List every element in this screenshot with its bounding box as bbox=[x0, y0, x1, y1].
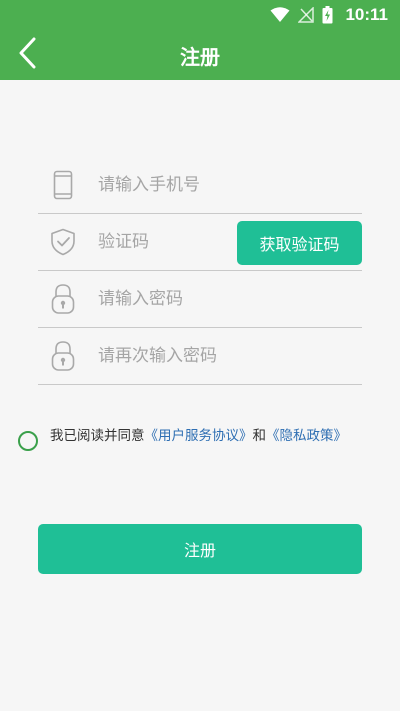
get-code-button[interactable]: 获取验证码 bbox=[237, 221, 362, 265]
back-button[interactable] bbox=[8, 35, 48, 75]
signal-off-icon bbox=[298, 7, 315, 23]
register-button[interactable]: 注册 bbox=[38, 524, 362, 574]
app-bar: 10:11 注册 bbox=[0, 0, 400, 80]
agreement-text: 我已阅读并同意《用户服务协议》和《隐私政策》 bbox=[50, 425, 350, 444]
password-input[interactable] bbox=[98, 271, 288, 327]
code-row: 获取验证码 bbox=[38, 214, 362, 271]
toolbar: 注册 bbox=[0, 30, 400, 80]
status-time: 10:11 bbox=[345, 5, 388, 24]
password-confirm-row bbox=[38, 328, 362, 385]
chevron-left-icon bbox=[18, 37, 38, 73]
phone-row bbox=[38, 157, 362, 214]
wifi-icon bbox=[270, 7, 290, 23]
password-confirm-input[interactable] bbox=[98, 328, 288, 384]
status-bar: 10:11 bbox=[0, 0, 400, 30]
agreement-prefix: 我已阅读并同意 bbox=[50, 428, 145, 444]
password-row bbox=[38, 271, 362, 328]
phone-input[interactable] bbox=[98, 157, 348, 213]
phone-icon bbox=[48, 168, 78, 202]
page-title: 注册 bbox=[180, 44, 220, 69]
battery-charging-icon bbox=[322, 6, 333, 24]
lock-icon bbox=[48, 339, 78, 373]
agreement-radio[interactable] bbox=[18, 431, 38, 451]
agreement-conjunction: 和 bbox=[252, 428, 267, 444]
privacy-policy-link[interactable]: 《隐私政策》 bbox=[266, 428, 347, 444]
user-agreement-link[interactable]: 《用户服务协议》 bbox=[145, 428, 253, 444]
lock-icon bbox=[48, 282, 78, 316]
register-form: 获取验证码 bbox=[38, 157, 362, 385]
agreement-row: 我已阅读并同意《用户服务协议》和《隐私政策》 bbox=[18, 425, 368, 451]
shield-check-icon bbox=[48, 225, 78, 259]
